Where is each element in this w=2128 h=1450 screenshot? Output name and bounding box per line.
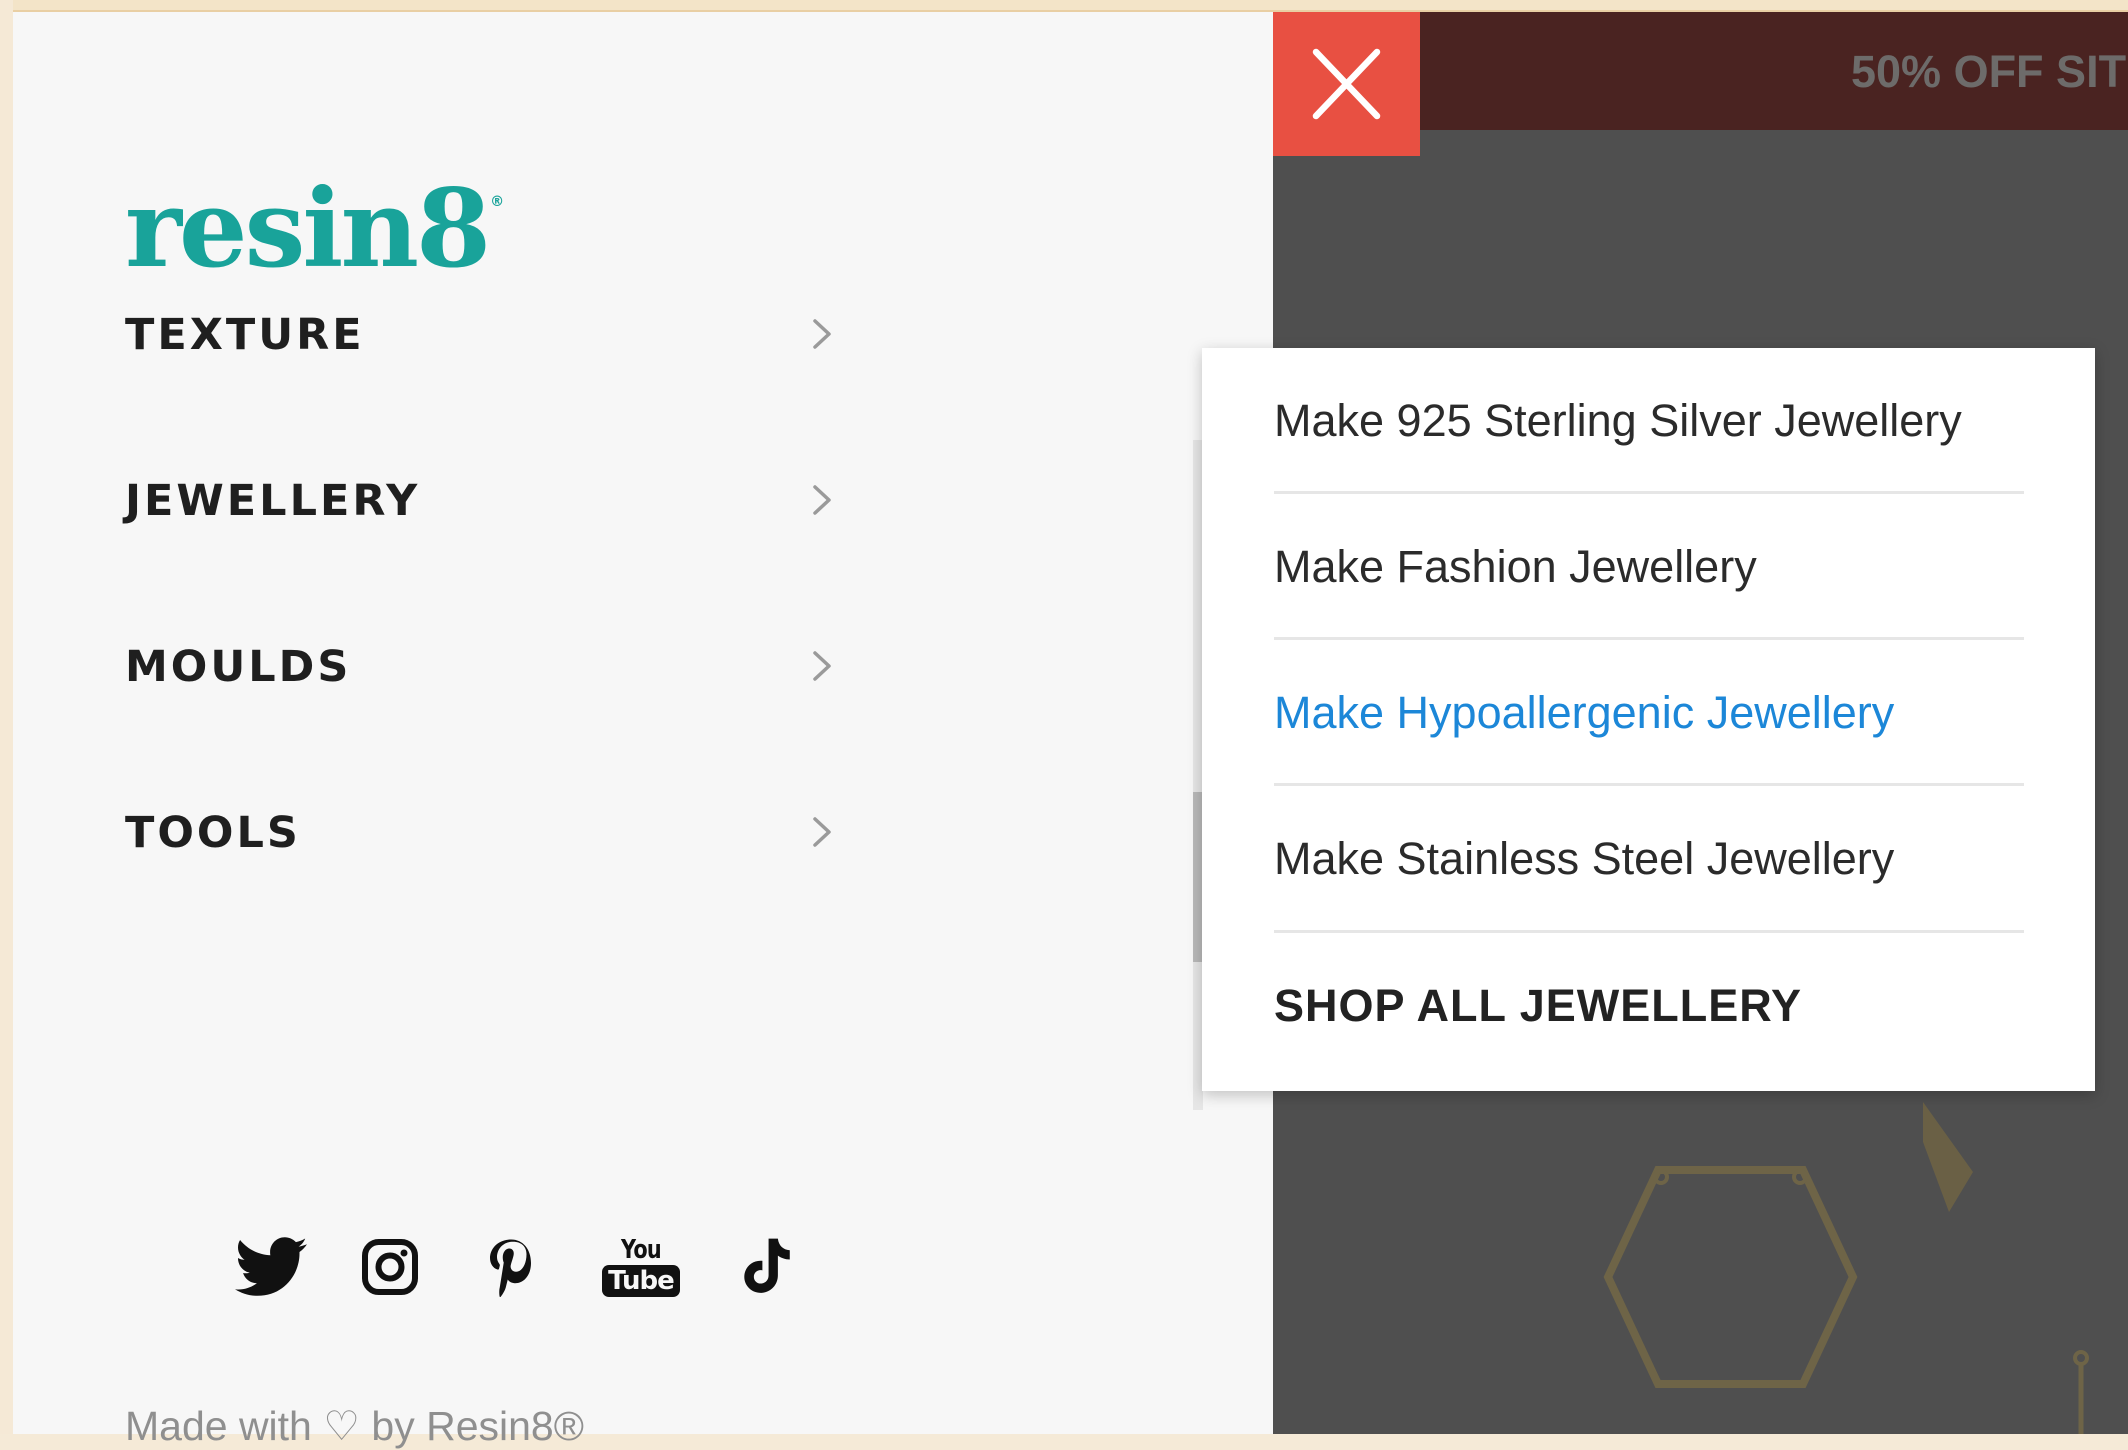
- youtube-icon: You Tube: [602, 1237, 680, 1297]
- registered-mark: ®: [490, 194, 505, 210]
- menu-item-label: JEWELLERY: [125, 476, 421, 526]
- close-icon: [1312, 48, 1381, 120]
- submenu-item-stainless-steel[interactable]: Make Stainless Steel Jewellery: [1274, 786, 2024, 932]
- submenu-item-label: Make Hypoallergenic Jewellery: [1274, 687, 1895, 738]
- browser-top-strip: [0, 0, 2128, 12]
- tiktok-link[interactable]: [729, 1232, 803, 1302]
- close-button[interactable]: [1273, 12, 1420, 156]
- youtube-bottom-label: Tube: [602, 1265, 680, 1297]
- youtube-link[interactable]: You Tube: [599, 1232, 683, 1302]
- instagram-link[interactable]: [353, 1232, 427, 1302]
- chevron-right-icon: [813, 817, 831, 847]
- menu-item-texture[interactable]: TEXTURE: [125, 300, 845, 370]
- submenu-item-shop-all[interactable]: SHOP ALL JEWELLERY: [1274, 933, 2024, 1079]
- pinterest-link[interactable]: [473, 1232, 547, 1302]
- submenu-item-label: Make Stainless Steel Jewellery: [1274, 833, 1895, 884]
- chevron-right-icon: [813, 651, 831, 681]
- brand-logo-text: resin8: [125, 166, 491, 292]
- submenu-item-label: Make Fashion Jewellery: [1274, 541, 1757, 592]
- submenu-item-sterling-silver[interactable]: Make 925 Sterling Silver Jewellery: [1274, 348, 2024, 494]
- submenu-item-label: SHOP ALL JEWELLERY: [1274, 980, 1803, 1031]
- jewellery-submenu: Make 925 Sterling Silver Jewellery Make …: [1202, 348, 2095, 1091]
- page-left-edge: [0, 0, 13, 1434]
- submenu-item-hypoallergenic[interactable]: Make Hypoallergenic Jewellery: [1274, 640, 2024, 786]
- menu-item-tools[interactable]: TOOLS: [125, 798, 845, 868]
- menu-item-jewellery[interactable]: JEWELLERY: [125, 466, 845, 536]
- brand-logo[interactable]: resin8 ®: [125, 175, 504, 283]
- footer-credit: Made with ♡ by Resin8®: [125, 1403, 584, 1449]
- twitter-link[interactable]: [231, 1232, 311, 1302]
- submenu-item-label: Make 925 Sterling Silver Jewellery: [1274, 395, 1962, 446]
- menu-item-label: MOULDS: [125, 642, 352, 692]
- instagram-icon: [362, 1239, 418, 1295]
- submenu-item-fashion[interactable]: Make Fashion Jewellery: [1274, 494, 2024, 640]
- menu-item-moulds[interactable]: MOULDS: [125, 632, 845, 702]
- tiktok-icon: [744, 1238, 790, 1293]
- twitter-icon: [235, 1237, 307, 1296]
- menu-item-label: TOOLS: [125, 808, 301, 858]
- menu-item-label: TEXTURE: [125, 310, 365, 360]
- youtube-top-label: You: [621, 1235, 662, 1265]
- navigation-drawer: resin8 ® TEXTURE JEWELLERY MOULDS TOOLS: [13, 12, 1273, 1449]
- chevron-right-icon: [813, 319, 831, 349]
- chevron-right-icon: [813, 485, 831, 515]
- pinterest-icon: [490, 1239, 531, 1297]
